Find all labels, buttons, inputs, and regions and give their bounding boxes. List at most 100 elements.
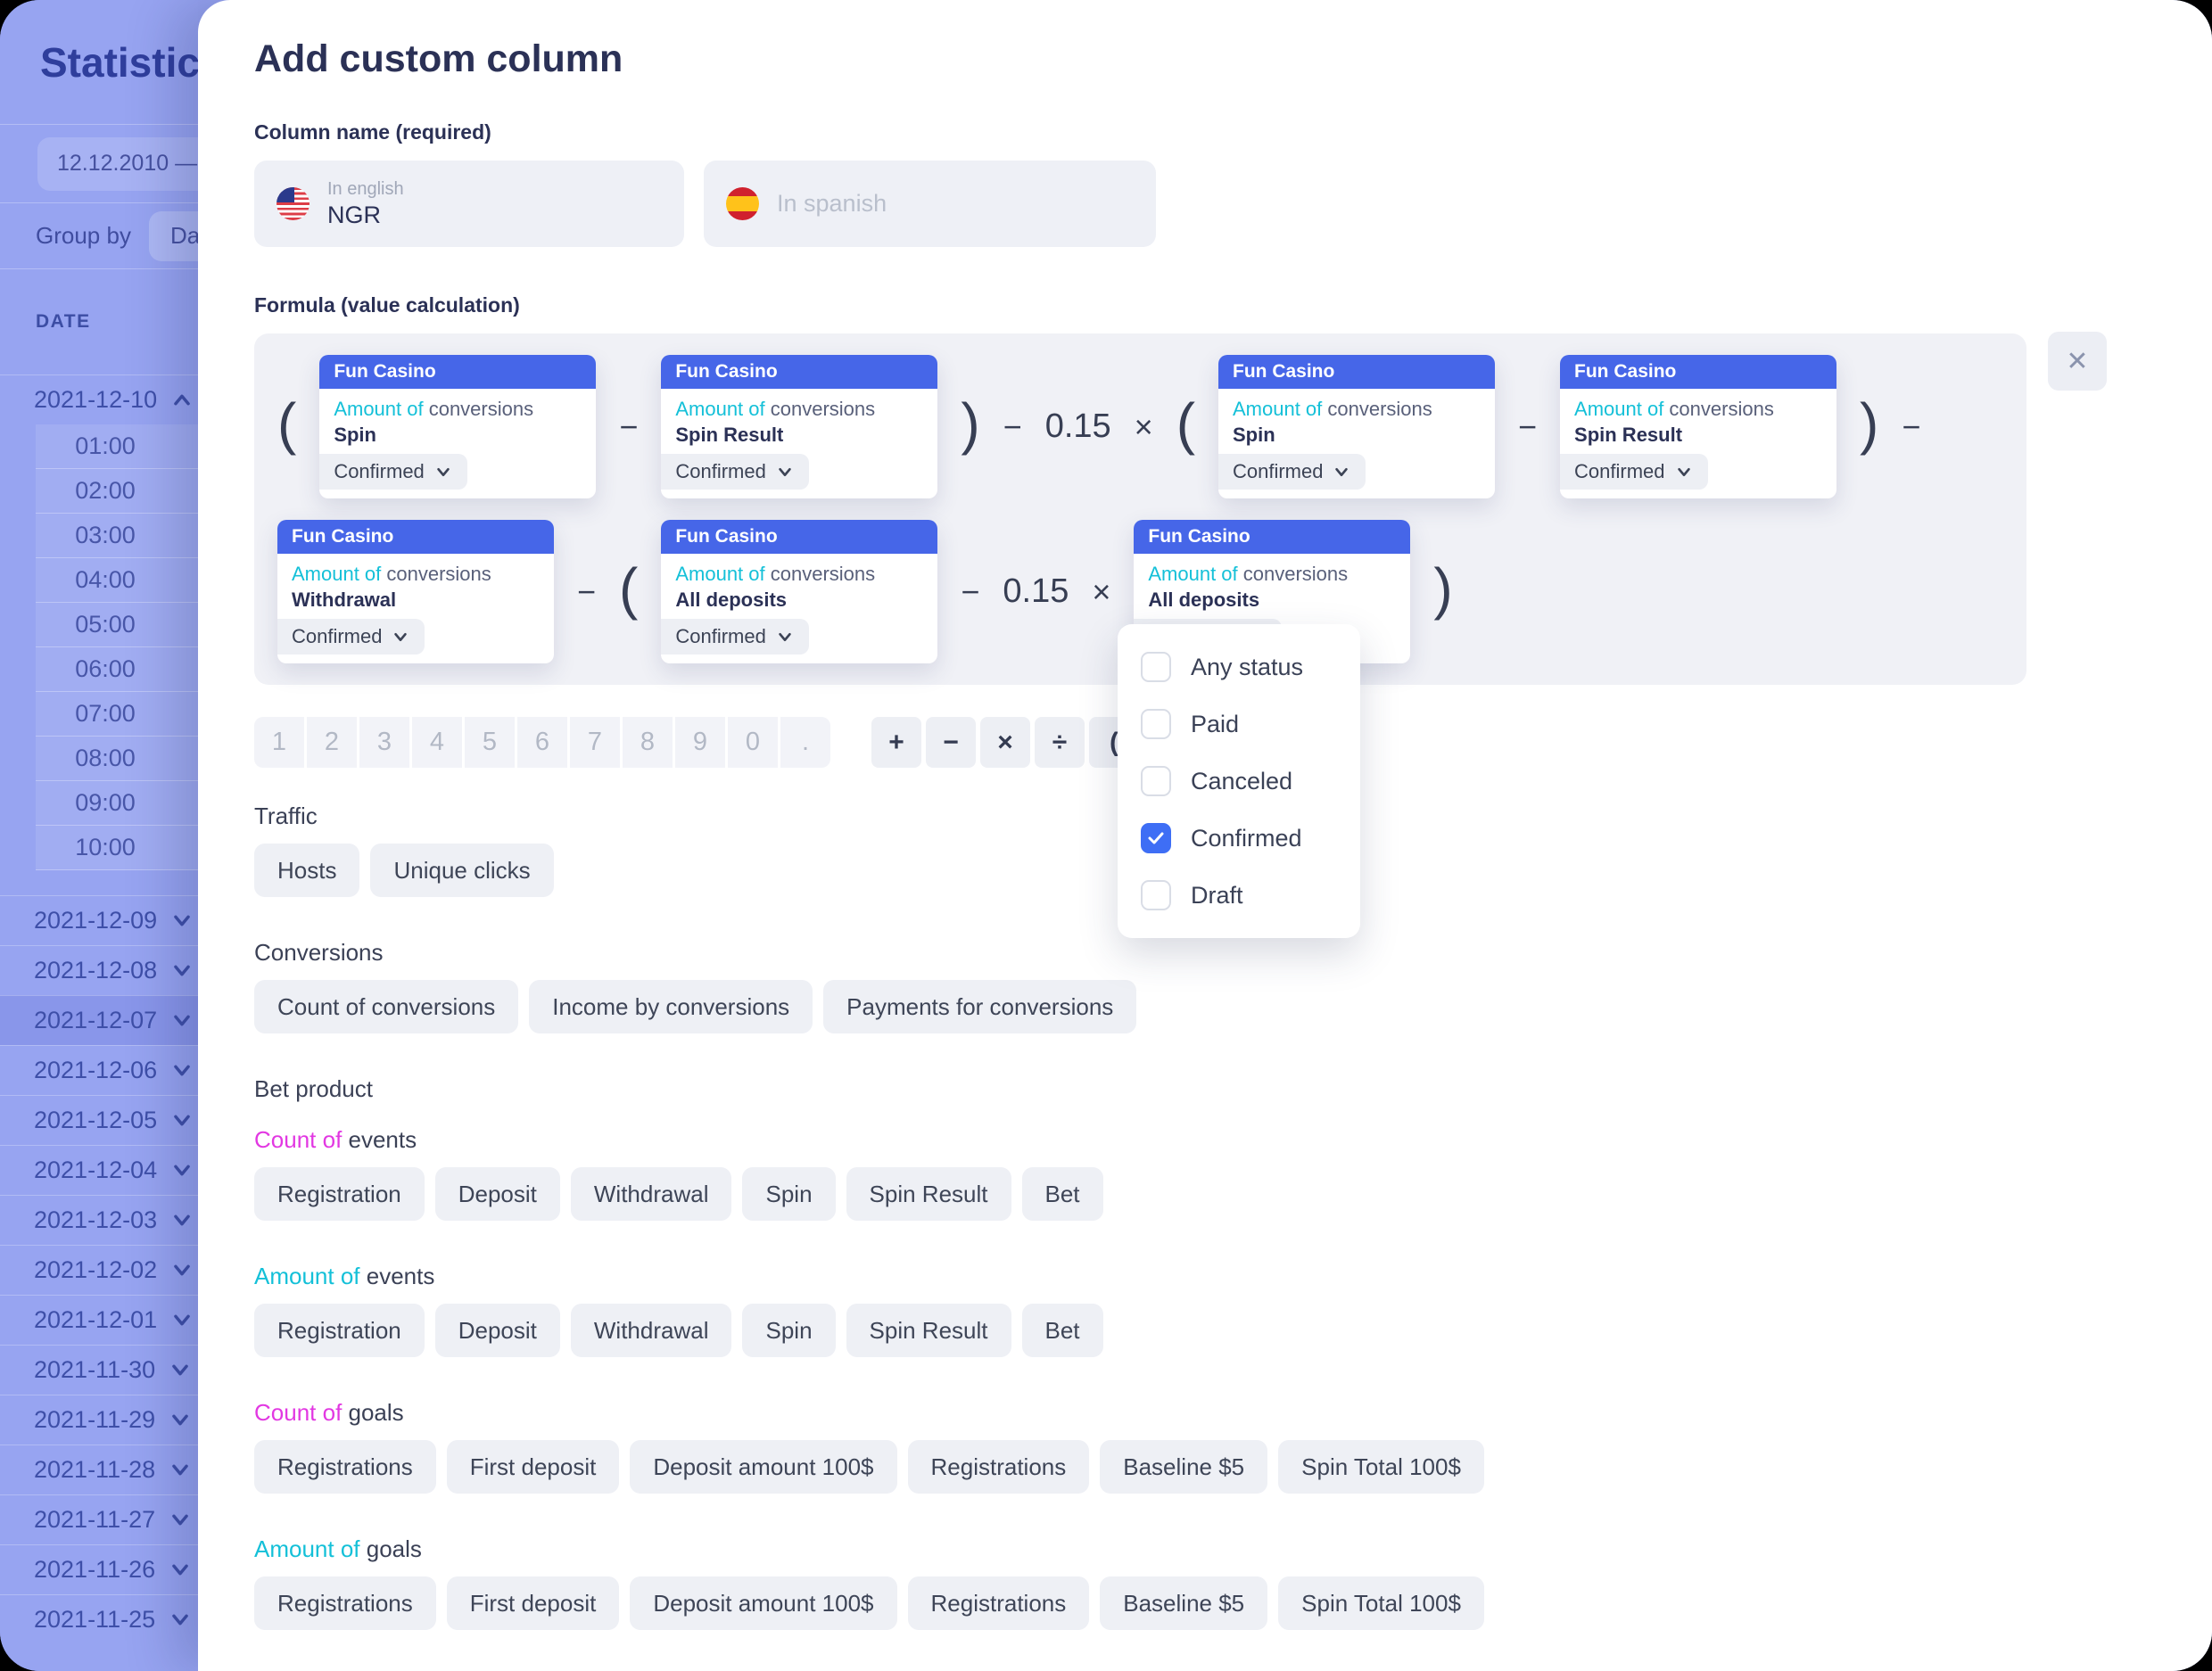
keypad-operator[interactable]: ÷ bbox=[1035, 717, 1085, 768]
sidebar-hour-row[interactable]: 03:00 bbox=[36, 514, 198, 558]
chip[interactable]: Hosts bbox=[254, 844, 359, 897]
chip[interactable]: Withdrawal bbox=[571, 1167, 732, 1221]
keypad-digit-6[interactable]: 6 bbox=[517, 717, 567, 768]
keypad-operator[interactable]: − bbox=[926, 717, 976, 768]
sidebar-date-row[interactable]: 2021-11-30 bbox=[0, 1345, 198, 1395]
chip[interactable]: Baseline $5 bbox=[1100, 1440, 1267, 1494]
sidebar-date-row[interactable]: 2021-11-26 bbox=[0, 1544, 198, 1594]
sidebar-hour-row[interactable]: 09:00 bbox=[36, 781, 198, 826]
chip[interactable]: Registration bbox=[254, 1304, 425, 1357]
sidebar-hour-row[interactable]: 05:00 bbox=[36, 603, 198, 647]
sidebar-expanded-date-row[interactable]: 2021-12-10 bbox=[0, 375, 198, 424]
sidebar-date-row[interactable]: 2021-11-25 bbox=[0, 1594, 198, 1644]
status-dropdown-trigger[interactable]: Confirmed bbox=[661, 454, 808, 490]
status-option[interactable]: Paid bbox=[1118, 696, 1360, 753]
sidebar-hour-row[interactable]: 01:00 bbox=[36, 424, 198, 469]
formula-close-button[interactable]: ✕ bbox=[2048, 332, 2107, 391]
sidebar-date-row[interactable]: 2021-12-04 bbox=[0, 1145, 198, 1195]
chip[interactable]: First deposit bbox=[447, 1576, 620, 1630]
keypad-digit-5[interactable]: 5 bbox=[465, 717, 515, 768]
checkbox-icon[interactable] bbox=[1141, 652, 1171, 682]
sidebar-hour-row[interactable]: 08:00 bbox=[36, 737, 198, 781]
status-option[interactable]: Any status bbox=[1118, 638, 1360, 696]
sidebar-date-row[interactable]: 2021-12-02 bbox=[0, 1245, 198, 1295]
sidebar-date-row[interactable]: 2021-12-03 bbox=[0, 1195, 198, 1245]
sidebar-hour-row[interactable]: 06:00 bbox=[36, 647, 198, 692]
english-name-input[interactable]: In english NGR bbox=[254, 161, 684, 247]
chip[interactable]: Spin Total 100$ bbox=[1278, 1576, 1484, 1630]
chip[interactable]: Bet bbox=[1022, 1304, 1103, 1357]
keypad-digit-7[interactable]: 7 bbox=[570, 717, 620, 768]
chip[interactable]: Registrations bbox=[254, 1440, 436, 1494]
spanish-name-input[interactable]: In spanish bbox=[704, 161, 1156, 247]
sidebar-date-row[interactable]: 2021-12-01 bbox=[0, 1295, 198, 1345]
status-dropdown-trigger[interactable]: Confirmed bbox=[1218, 454, 1366, 490]
keypad-digit-9[interactable]: 9 bbox=[675, 717, 725, 768]
sidebar-date-row[interactable]: 2021-12-06 bbox=[0, 1045, 198, 1095]
chip[interactable]: Unique clicks bbox=[370, 844, 553, 897]
sidebar-date-row[interactable]: 2021-12-09 bbox=[0, 895, 198, 945]
keypad-digit-2[interactable]: 2 bbox=[307, 717, 357, 768]
sidebar-date-row[interactable]: 2021-12-08 bbox=[0, 945, 198, 995]
keypad-operator[interactable]: × bbox=[980, 717, 1030, 768]
chip[interactable]: Payments for conversions bbox=[823, 980, 1136, 1033]
chip[interactable]: Spin Result bbox=[846, 1167, 1011, 1221]
status-option[interactable]: Canceled bbox=[1118, 753, 1360, 810]
chip[interactable]: Deposit bbox=[435, 1167, 560, 1221]
chip[interactable]: Registrations bbox=[908, 1440, 1090, 1494]
status-option[interactable]: Confirmed bbox=[1118, 810, 1360, 867]
sidebar-hour-row[interactable]: 10:00 bbox=[36, 826, 198, 870]
sidebar-date-row[interactable]: 2021-11-27 bbox=[0, 1494, 198, 1544]
keypad-digit-8[interactable]: 8 bbox=[623, 717, 673, 768]
chip[interactable]: First deposit bbox=[447, 1440, 620, 1494]
status-dropdown-trigger[interactable]: Confirmed bbox=[277, 619, 425, 654]
status-dropdown-trigger[interactable]: Confirmed bbox=[1560, 454, 1707, 490]
chip[interactable]: Count of conversions bbox=[254, 980, 518, 1033]
status-dropdown-trigger[interactable]: Confirmed bbox=[319, 454, 466, 490]
status-option[interactable]: Draft bbox=[1118, 867, 1360, 924]
formula-card-metric: Amount of conversions bbox=[334, 396, 582, 422]
sidebar-date-row[interactable]: 2021-11-29 bbox=[0, 1395, 198, 1445]
app-window: Statistic 12.12.2010 — 1 Group by Da DAT… bbox=[0, 0, 2212, 1671]
status-dropdown-menu: Any statusPaidCanceledConfirmedDraft bbox=[1118, 624, 1360, 938]
status-dropdown-trigger[interactable]: Confirmed bbox=[661, 619, 808, 654]
chip[interactable]: Deposit amount 100$ bbox=[630, 1440, 896, 1494]
date-range-picker[interactable]: 12.12.2010 — 1 bbox=[37, 137, 198, 191]
group-by-select[interactable]: Da bbox=[149, 211, 198, 261]
keypad-operator[interactable]: + bbox=[871, 717, 921, 768]
keypad-digit-4[interactable]: 4 bbox=[412, 717, 462, 768]
chip[interactable]: Baseline $5 bbox=[1100, 1576, 1267, 1630]
chip[interactable]: Registrations bbox=[908, 1576, 1090, 1630]
sidebar-date-row[interactable]: 2021-11-28 bbox=[0, 1445, 198, 1494]
checkbox-icon[interactable] bbox=[1141, 766, 1171, 796]
keypad-digit-3[interactable]: 3 bbox=[359, 717, 409, 768]
keypad-digit-1[interactable]: 1 bbox=[254, 717, 304, 768]
chip[interactable]: Spin Result bbox=[846, 1304, 1011, 1357]
chip[interactable]: Spin Total 100$ bbox=[1278, 1440, 1484, 1494]
sidebar-date-row[interactable]: 2021-12-07 bbox=[0, 995, 198, 1045]
sidebar-hour-row[interactable]: 07:00 bbox=[36, 692, 198, 737]
sidebar-hour-row[interactable]: 04:00 bbox=[36, 558, 198, 603]
formula-card[interactable]: Fun CasinoAmount of conversionsSpinConfi… bbox=[319, 355, 596, 498]
chip[interactable]: Deposit amount 100$ bbox=[630, 1576, 896, 1630]
chip[interactable]: Spin bbox=[742, 1167, 835, 1221]
checkbox-icon[interactable] bbox=[1141, 880, 1171, 910]
keypad-digit-0[interactable]: 0 bbox=[728, 717, 778, 768]
formula-card[interactable]: Fun CasinoAmount of conversionsSpinConfi… bbox=[1218, 355, 1495, 498]
chip[interactable]: Bet bbox=[1022, 1167, 1103, 1221]
sidebar-hour-row[interactable]: 02:00 bbox=[36, 469, 198, 514]
keypad-digit-dot[interactable]: . bbox=[780, 717, 830, 768]
formula-card[interactable]: Fun CasinoAmount of conversionsSpin Resu… bbox=[661, 355, 937, 498]
chip[interactable]: Withdrawal bbox=[571, 1304, 732, 1357]
chip[interactable]: Income by conversions bbox=[529, 980, 813, 1033]
checkbox-icon[interactable] bbox=[1141, 709, 1171, 739]
chip[interactable]: Registration bbox=[254, 1167, 425, 1221]
chip[interactable]: Spin bbox=[742, 1304, 835, 1357]
formula-card[interactable]: Fun CasinoAmount of conversionsAll depos… bbox=[661, 520, 937, 663]
formula-card[interactable]: Fun CasinoAmount of conversionsWithdrawa… bbox=[277, 520, 554, 663]
chip[interactable]: Registrations bbox=[254, 1576, 436, 1630]
formula-card[interactable]: Fun CasinoAmount of conversionsSpin Resu… bbox=[1560, 355, 1836, 498]
checkbox-checked-icon[interactable] bbox=[1141, 823, 1171, 853]
chip[interactable]: Deposit bbox=[435, 1304, 560, 1357]
sidebar-date-row[interactable]: 2021-12-05 bbox=[0, 1095, 198, 1145]
